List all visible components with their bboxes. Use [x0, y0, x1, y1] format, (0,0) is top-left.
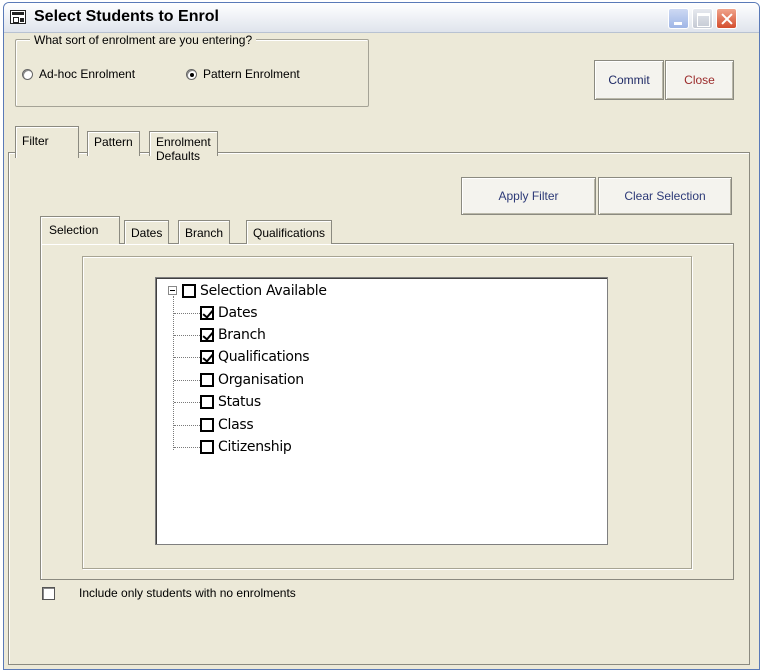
checkbox-branch[interactable] [200, 328, 214, 342]
tree-connector-h [174, 379, 200, 381]
radio-pattern-label: Pattern Enrolment [203, 67, 300, 81]
no-enrolments-option[interactable]: Include only students with no enrolments [42, 586, 296, 600]
tree-item-branch[interactable]: Branch [174, 324, 266, 346]
selection-tree[interactable]: Selection Available Dates Branch Qualifi… [155, 277, 608, 545]
window-title: Select Students to Enrol [34, 8, 219, 25]
checkbox-class[interactable] [200, 418, 214, 432]
checkbox-organisation[interactable] [200, 373, 214, 387]
checkbox-dates[interactable] [200, 306, 214, 320]
title-bar[interactable]: Select Students to Enrol [4, 3, 759, 33]
tree-connector-h [174, 334, 200, 336]
tree-connector-h [174, 401, 200, 403]
radio-pattern[interactable]: Pattern Enrolment [186, 67, 300, 81]
tree-item-qualifications[interactable]: Qualifications [174, 346, 310, 368]
tree-root-label: Selection Available [200, 283, 327, 299]
tree-item-organisation[interactable]: Organisation [174, 369, 304, 391]
tree-label-dates: Dates [218, 305, 258, 321]
enrolment-type-group: What sort of enrolment are you entering?… [15, 33, 369, 107]
tree-label-status: Status [218, 394, 261, 410]
radio-adhoc[interactable]: Ad-hoc Enrolment [22, 67, 135, 81]
radio-adhoc-dot[interactable] [22, 68, 33, 80]
root-checkbox[interactable] [182, 284, 196, 298]
clear-selection-button[interactable]: Clear Selection [598, 177, 732, 215]
tree-item-class[interactable]: Class [174, 414, 254, 436]
collapse-icon[interactable] [168, 286, 177, 295]
tab-selection[interactable]: Selection [40, 216, 120, 244]
no-enrolments-checkbox[interactable] [42, 586, 55, 600]
tree-connector-h [174, 446, 200, 448]
tree-label-organisation: Organisation [218, 372, 304, 388]
tree-item-status[interactable]: Status [174, 391, 261, 413]
no-enrolments-label: Include only students with no enrolments [79, 586, 296, 600]
checkbox-qualifications[interactable] [200, 350, 214, 364]
form-icon [10, 10, 26, 24]
tree-label-class: Class [218, 417, 254, 433]
tab-branch[interactable]: Branch [178, 220, 231, 244]
tree-label-branch: Branch [218, 327, 266, 343]
tree-root-item[interactable]: Selection Available [180, 280, 327, 302]
tree-connector-h [174, 312, 200, 314]
tree-connector-h [174, 424, 200, 426]
minimize-button[interactable] [668, 8, 689, 29]
checkbox-status[interactable] [200, 395, 214, 409]
checkbox-citizenship[interactable] [200, 440, 214, 454]
maximize-button[interactable] [692, 8, 713, 29]
close-button[interactable]: Close [665, 60, 734, 100]
tree-label-qualifications: Qualifications [218, 349, 310, 365]
tree-item-dates[interactable]: Dates [174, 302, 258, 324]
tab-filter[interactable]: Filter [15, 126, 79, 158]
tab-dates[interactable]: Dates [124, 220, 170, 244]
tab-enrolment-defaults[interactable]: Enrolment Defaults [149, 131, 218, 163]
tree-label-citizenship: Citizenship [218, 439, 292, 455]
tab-qualifications[interactable]: Qualifications [246, 220, 333, 244]
enrolment-type-legend: What sort of enrolment are you entering? [30, 33, 257, 47]
close-window-button[interactable] [716, 8, 737, 29]
radio-adhoc-label: Ad-hoc Enrolment [39, 67, 136, 81]
tab-pattern[interactable]: Pattern [87, 131, 140, 156]
tree-item-citizenship[interactable]: Citizenship [174, 436, 292, 458]
commit-button[interactable]: Commit [594, 60, 664, 100]
tree-connector-h [174, 356, 200, 358]
radio-pattern-dot[interactable] [186, 68, 197, 80]
apply-filter-button[interactable]: Apply Filter [461, 177, 596, 215]
